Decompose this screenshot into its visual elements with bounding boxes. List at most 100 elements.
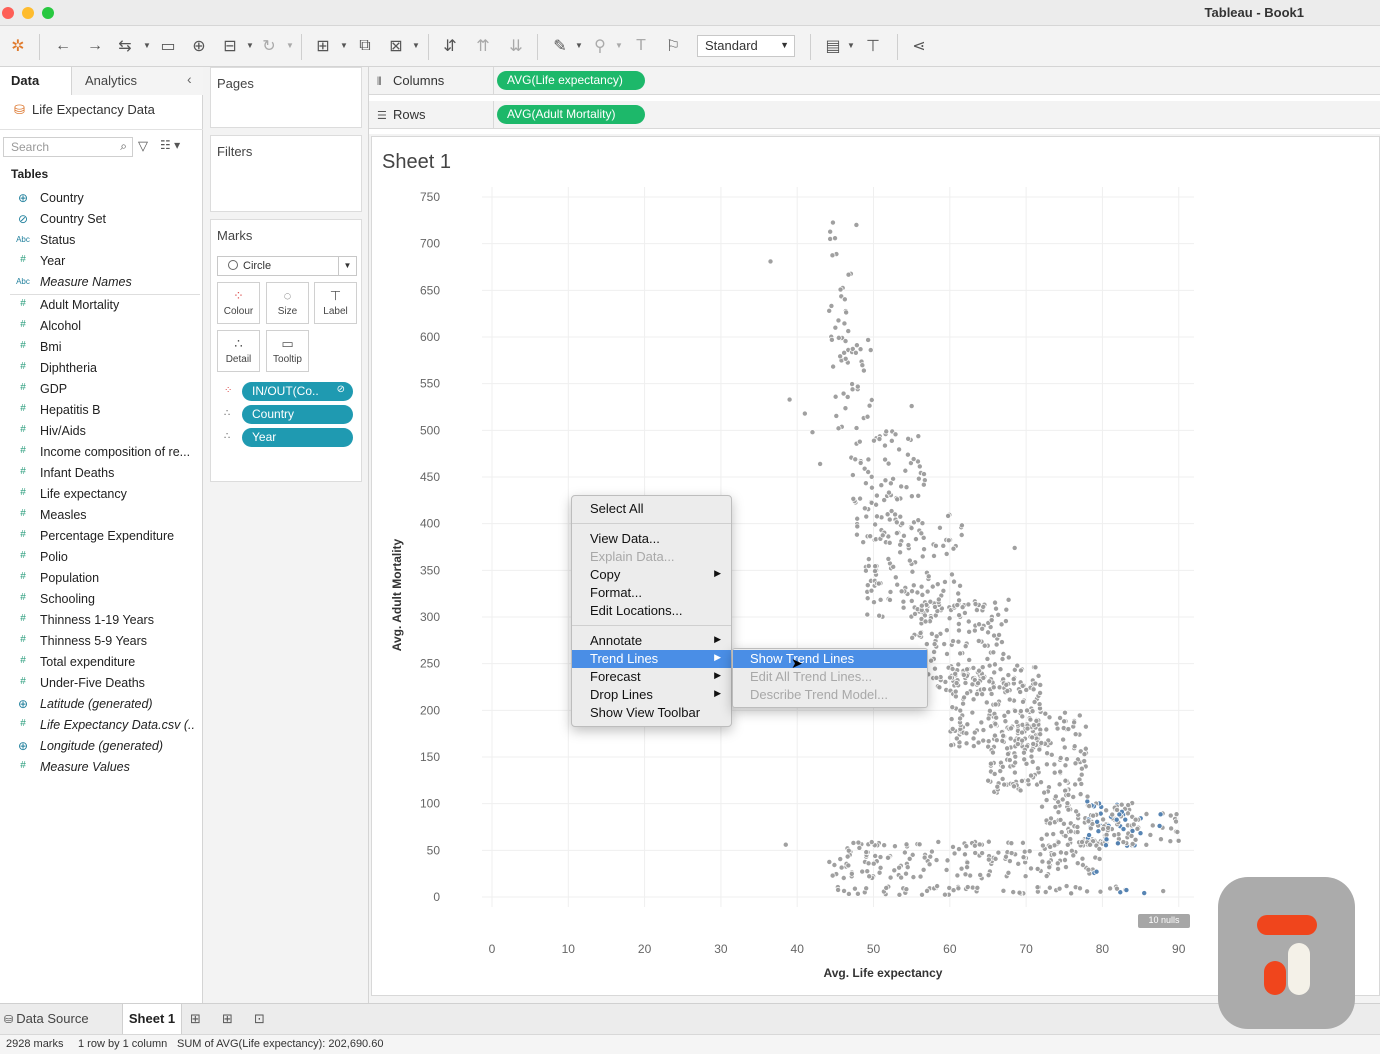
maximize-window-button[interactable] — [42, 7, 54, 19]
redo-icon[interactable]: → — [84, 35, 106, 57]
field-item[interactable]: ⊕ Longitude (generated) — [0, 736, 200, 757]
view-list-icon[interactable]: ☷ ▾ — [160, 138, 180, 152]
pause-updates-icon[interactable]: ⊟ — [219, 35, 241, 57]
field-item[interactable]: # Life Expectancy Data.csv (... — [0, 715, 200, 736]
minimize-window-button[interactable] — [22, 7, 34, 19]
new-worksheet-caret-icon[interactable]: ▼ — [340, 41, 348, 50]
search-input[interactable]: Search ⌕ — [3, 137, 133, 157]
pause-caret-icon[interactable]: ▼ — [246, 41, 254, 50]
field-item[interactable]: Abc Status — [0, 230, 200, 251]
fit-select[interactable]: Standard ▼ — [697, 35, 795, 57]
context-menu-item[interactable]: Drop Lines ▶ — [572, 686, 731, 704]
group-caret-icon[interactable]: ▼ — [615, 41, 623, 50]
tooltip-button[interactable]: ▭ Tooltip — [266, 330, 309, 372]
clear-caret-icon[interactable]: ▼ — [412, 41, 420, 50]
duplicate-sheet-icon[interactable]: ⧉ — [354, 35, 376, 57]
label-button[interactable]: ⊤ Label — [314, 282, 357, 324]
context-menu-item[interactable]: Copy ▶ — [572, 566, 731, 584]
new-story-tab-icon[interactable]: ⊡ — [254, 1011, 265, 1027]
rows-pill[interactable]: AVG(Adult Mortality) — [497, 105, 645, 124]
context-menu-item[interactable]: Select All — [572, 500, 731, 518]
field-item[interactable]: ⊕ Country — [0, 188, 200, 209]
highlight-caret-icon[interactable]: ▼ — [575, 41, 583, 50]
new-datasource-icon[interactable]: ⊕ — [188, 35, 210, 57]
field-item[interactable]: # Measure Values — [0, 757, 200, 778]
show-cards-caret-icon[interactable]: ▼ — [847, 41, 855, 50]
new-worksheet-tab-icon[interactable]: ⊞ — [190, 1011, 201, 1027]
field-item[interactable]: # Thinness 1-19 Years — [0, 610, 200, 631]
field-item[interactable]: # Bmi — [0, 337, 200, 358]
field-item[interactable]: # Hiv/Aids — [0, 421, 200, 442]
save-icon[interactable]: ▭ — [157, 35, 179, 57]
close-window-button[interactable] — [2, 7, 14, 19]
swap-rows-columns-icon[interactable]: ⇵ — [439, 35, 461, 57]
field-item[interactable]: # Alcohol — [0, 316, 200, 337]
field-item[interactable]: # Measles — [0, 505, 200, 526]
field-item[interactable]: # Income composition of re... — [0, 442, 200, 463]
nulls-indicator[interactable]: 10 nulls — [1138, 914, 1190, 928]
colour-button[interactable]: ⁘ Colour — [217, 282, 260, 324]
swap-icon[interactable]: ⇆ — [114, 35, 136, 57]
tableau-logo-icon[interactable]: ✲ — [7, 35, 29, 57]
rows-shelf[interactable]: ☰ Rows AVG(Adult Mortality) — [369, 101, 1380, 129]
pill-in-out[interactable]: IN/OUT(Co.. ⊘ — [242, 382, 353, 401]
field-item[interactable]: # Polio — [0, 547, 200, 568]
columns-shelf[interactable]: ⫴ Columns AVG(Life expectancy) — [369, 67, 1380, 95]
swap-caret-icon[interactable]: ▼ — [143, 41, 151, 50]
context-menu-item[interactable]: Show View Toolbar — [572, 704, 731, 722]
context-menu-item[interactable]: Forecast ▶ — [572, 668, 731, 686]
field-item[interactable]: # Life expectancy — [0, 484, 200, 505]
field-item[interactable]: # Population — [0, 568, 200, 589]
field-item[interactable]: # Under-Five Deaths — [0, 673, 200, 694]
field-item[interactable]: ⊕ Latitude (generated) — [0, 694, 200, 715]
tab-data-source[interactable]: ⛁ Data Source — [4, 1004, 89, 1035]
refresh-icon[interactable]: ↻ — [258, 35, 280, 57]
show-cards-icon[interactable]: ▤ — [822, 35, 844, 57]
clear-sheet-icon[interactable]: ⊠ — [385, 35, 407, 57]
columns-pill[interactable]: AVG(Life expectancy) — [497, 71, 645, 90]
tab-sheet-1[interactable]: Sheet 1 — [122, 1004, 182, 1035]
presentation-mode-icon[interactable]: ⊤ — [862, 35, 884, 57]
field-item[interactable]: ⊘ Country Set — [0, 209, 200, 230]
submenu-item[interactable]: Show Trend Lines — [733, 650, 927, 668]
context-menu-item[interactable]: View Data... — [572, 530, 731, 548]
group-icon[interactable]: ⚲ — [589, 35, 611, 57]
size-button[interactable]: ◌ Size — [266, 282, 309, 324]
context-menu-item[interactable]: Annotate ▶ — [572, 632, 731, 650]
detail-button[interactable]: ∴ Detail — [217, 330, 260, 372]
datasource-item[interactable]: ⛁ Life Expectancy Data — [14, 102, 155, 118]
pill-year[interactable]: Year — [242, 428, 353, 447]
undo-icon[interactable]: ← — [52, 35, 74, 57]
mark-type-select[interactable]: Circle ▼ — [217, 256, 357, 276]
pill-country[interactable]: Country — [242, 405, 353, 424]
new-worksheet-icon[interactable]: ⊞ — [312, 35, 334, 57]
highlight-icon[interactable]: ✎ — [549, 35, 571, 57]
field-item[interactable]: # GDP — [0, 379, 200, 400]
field-item[interactable]: # Hepatitis B — [0, 400, 200, 421]
context-menu-item[interactable]: Trend Lines ▶ — [572, 650, 731, 668]
pages-card[interactable]: Pages — [210, 67, 362, 128]
context-menu-item[interactable]: Edit Locations... — [572, 602, 731, 620]
field-item[interactable]: # Total expenditure — [0, 652, 200, 673]
sort-ascending-icon[interactable]: ⇈ — [472, 35, 494, 57]
field-item[interactable]: # Diphtheria — [0, 358, 200, 379]
context-menu-item[interactable]: Format... — [572, 584, 731, 602]
refresh-caret-icon[interactable]: ▼ — [286, 41, 294, 50]
sort-descending-icon[interactable]: ⇊ — [505, 35, 527, 57]
field-item[interactable]: # Percentage Expenditure — [0, 526, 200, 547]
sheet-canvas[interactable]: Sheet 1 0 10 20 30 40 50 60 70 80 90 0 50 100 150 200 2… — [371, 136, 1380, 996]
new-dashboard-tab-icon[interactable]: ⊞ — [222, 1011, 233, 1027]
filter-icon[interactable]: ▽ — [138, 138, 148, 154]
field-item[interactable]: # Year — [0, 251, 200, 272]
collapse-pane-icon[interactable]: ‹ — [187, 71, 192, 87]
field-item[interactable]: # Infant Deaths — [0, 463, 200, 484]
field-item[interactable]: Abc Measure Names — [0, 272, 200, 293]
show-labels-icon[interactable]: T — [630, 35, 652, 57]
scatter-plot[interactable]: 0 10 20 30 40 50 60 70 80 90 0 50 100 150 200 250 300 350… — [372, 137, 1379, 995]
field-item[interactable]: # Adult Mortality — [0, 295, 200, 316]
field-item[interactable]: # Schooling — [0, 589, 200, 610]
fix-axes-icon[interactable]: ⚐ — [662, 35, 684, 57]
field-item[interactable]: # Thinness 5-9 Years — [0, 631, 200, 652]
tab-analytics[interactable]: Analytics — [85, 73, 137, 88]
filters-card[interactable]: Filters — [210, 135, 362, 212]
